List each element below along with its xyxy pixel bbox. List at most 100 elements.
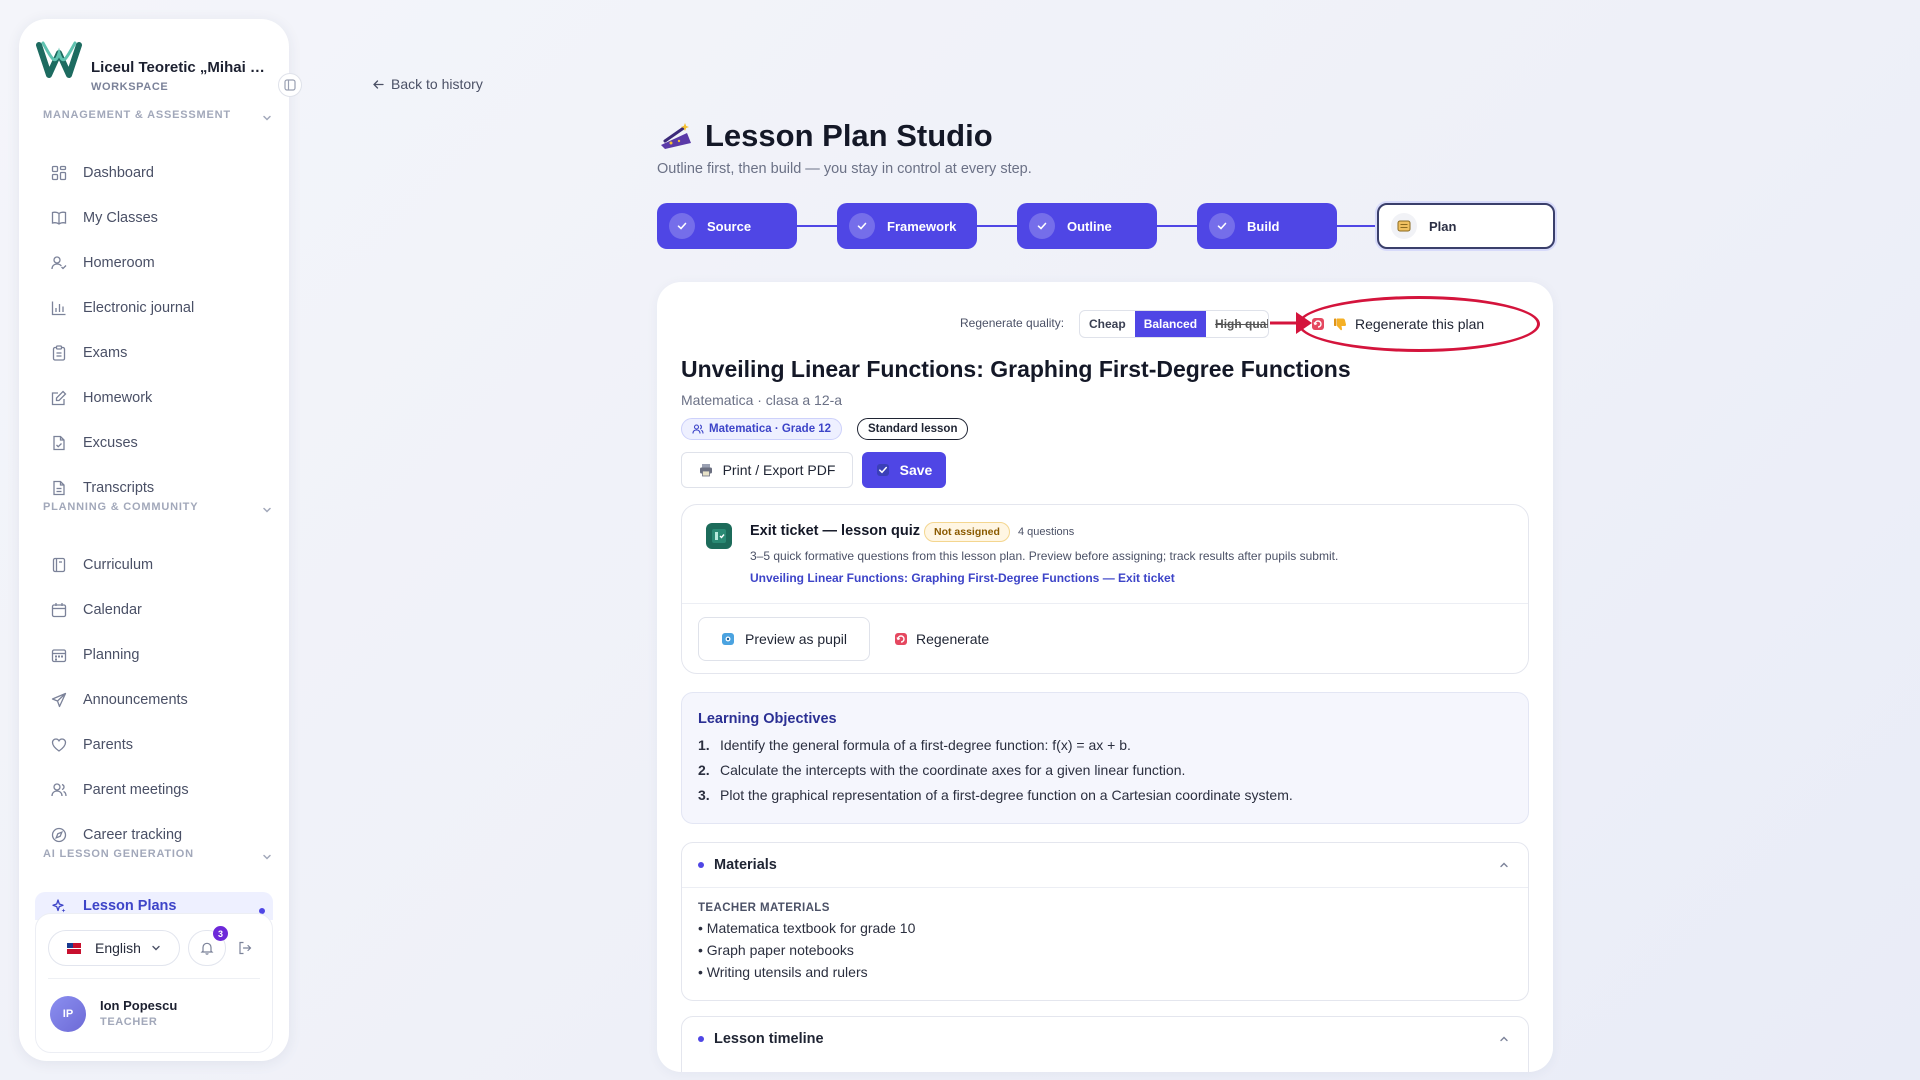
exit-ticket-quiz-panel: Exit ticket — lesson quiz Not assigned 4… [681, 504, 1529, 674]
sidebar-item-homeroom[interactable]: Homeroom [35, 243, 273, 283]
users-icon [692, 424, 704, 434]
sidebar-item-label: Parent meetings [83, 782, 189, 798]
back-to-history-link[interactable]: Back to history [372, 76, 483, 92]
avatar[interactable]: IP [50, 996, 86, 1032]
logout-button[interactable] [235, 938, 255, 958]
sidebar-item-exams[interactable]: Exams [35, 333, 273, 373]
sidebar-item-curriculum[interactable]: Curriculum [35, 545, 273, 585]
step-connector [977, 225, 1017, 227]
sidebar-item-announcements[interactable]: Announcements [35, 680, 273, 720]
lesson-plan-card: Regenerate quality: Cheap Balanced High … [657, 282, 1553, 1072]
regenerate-plan-button[interactable]: Regenerate this plan [1311, 310, 1484, 338]
sidebar-item-label: Parents [83, 737, 133, 753]
regenerate-quiz-button[interactable]: Regenerate [894, 617, 989, 661]
materials-accordion-body: TEACHER MATERIALS • Matematica textbook … [682, 887, 1528, 1000]
thumbs-down-icon [1334, 318, 1347, 331]
save-button[interactable]: Save [862, 452, 946, 488]
step-framework[interactable]: Framework [837, 203, 977, 249]
print-export-pdf-button[interactable]: Print / Export PDF [681, 452, 853, 488]
sidebar-item-planning[interactable]: Planning [35, 635, 273, 675]
language-label: English [95, 940, 141, 956]
section-title: MANAGEMENT & ASSESSMENT [43, 109, 231, 121]
list-item: 1. Identify the general formula of a firs… [698, 737, 1293, 762]
lesson-timeline-accordion-header[interactable]: Lesson timeline [682, 1017, 1528, 1061]
calendar-icon [49, 600, 69, 620]
sidebar-item-label: Homeroom [83, 255, 155, 271]
sidebar-item-excuses[interactable]: Excuses [35, 423, 273, 463]
eye-icon [722, 633, 735, 645]
check-icon [669, 213, 695, 239]
sidebar-item-label: Calendar [83, 602, 142, 618]
page-title-text: Lesson Plan Studio [705, 118, 993, 153]
sidebar-item-electronic-journal[interactable]: Electronic journal [35, 288, 273, 328]
lesson-type-tag: Standard lesson [857, 418, 969, 440]
list-item: 2. Calculate the intercepts with the coor… [698, 762, 1293, 787]
magic-wand-icon [661, 123, 691, 149]
user-role: TEACHER [100, 1016, 158, 1028]
list-item: 3. Plot the graphical representation of a… [698, 787, 1293, 812]
notification-count-badge: 3 [213, 926, 228, 941]
list-item: • Writing utensils and rulers [698, 964, 868, 980]
language-selector[interactable]: English [48, 930, 180, 966]
learning-objectives-panel: Learning Objectives 1. Identify the gener… [681, 692, 1529, 824]
send-icon [49, 690, 69, 710]
step-connector [1157, 225, 1197, 227]
regenerate-plan-label: Regenerate this plan [1355, 316, 1485, 332]
sidebar-footer: English 3 IP Ion Popescu TEACHER [35, 913, 273, 1053]
bullet-dot [698, 1036, 704, 1042]
check-icon [1209, 213, 1235, 239]
notebook-icon [49, 555, 69, 575]
sidebar-item-calendar[interactable]: Calendar [35, 590, 273, 630]
chevron-down-icon [263, 115, 271, 121]
printer-icon [699, 464, 712, 477]
sidebar-item-parent-meetings[interactable]: Parent meetings [35, 770, 273, 810]
objective-number: 1. [698, 737, 710, 753]
regenerate-quality-selector: Cheap Balanced High quality [1079, 310, 1270, 338]
quality-option-cheap[interactable]: Cheap [1080, 311, 1135, 337]
notifications-button[interactable]: 3 [188, 926, 228, 966]
lesson-plan-meta: Matematica · clasa a 12-a [681, 392, 843, 408]
chevron-down-icon [263, 854, 271, 860]
sidebar-item-my-classes[interactable]: My Classes [35, 198, 273, 238]
quiz-title: Exit ticket — lesson quiz [750, 523, 921, 539]
learning-objectives-list: 1. Identify the general formula of a firs… [698, 737, 1293, 812]
materials-accordion-header[interactable]: Materials [682, 843, 1528, 887]
grid-icon [49, 163, 69, 183]
regenerate-quality-label: Regenerate quality: [960, 316, 1065, 330]
sidebar-item-homework[interactable]: Homework [35, 378, 273, 418]
workspace-label: WORKSPACE [91, 81, 169, 93]
step-outline[interactable]: Outline [1017, 203, 1157, 249]
chevron-down-icon [152, 945, 160, 951]
step-label: Framework [887, 218, 957, 234]
step-source[interactable]: Source [657, 203, 797, 249]
quiz-status-badge: Not assigned [924, 522, 1010, 542]
preview-as-pupil-label: Preview as pupil [745, 631, 847, 647]
page-title: Lesson Plan Studio [657, 118, 993, 154]
quiz-link[interactable]: Unveiling Linear Functions: Graphing Fir… [750, 571, 1175, 585]
sidebar-item-label: My Classes [83, 210, 158, 226]
chevron-down-icon [263, 507, 271, 513]
section-title: PLANNING & COMMUNITY [43, 501, 199, 513]
users-icon [49, 780, 69, 800]
section-title: AI LESSON GENERATION [43, 848, 194, 860]
quality-option-balanced[interactable]: Balanced [1134, 311, 1207, 337]
workspace-brand[interactable]: Liceul Teoretic „Mihai Eminescu” WORKSPA… [35, 37, 285, 97]
materials-accordion: Materials TEACHER MATERIALS • Matematica… [681, 842, 1529, 1001]
collapse-sidebar-button[interactable] [278, 73, 302, 97]
heart-icon [49, 735, 69, 755]
step-build[interactable]: Build [1197, 203, 1337, 249]
step-label: Source [707, 218, 752, 234]
sidebar-item-dashboard[interactable]: Dashboard [35, 153, 273, 193]
section-management[interactable]: MANAGEMENT & ASSESSMENT [43, 109, 273, 129]
flag-icon [67, 942, 81, 954]
preview-as-pupil-button[interactable]: Preview as pupil [698, 617, 870, 661]
sidebar-item-label: Homework [83, 390, 153, 406]
section-ai-lesson-generation[interactable]: AI LESSON GENERATION [43, 848, 273, 868]
section-planning[interactable]: PLANNING & COMMUNITY [43, 501, 273, 521]
scroll-icon [1391, 213, 1417, 239]
quality-option-high-quality[interactable]: High quality [1206, 311, 1268, 337]
divider [682, 603, 1528, 604]
sidebar-item-parents[interactable]: Parents [35, 725, 273, 765]
sidebar-item-label: Excuses [83, 435, 138, 451]
step-plan[interactable]: Plan [1377, 203, 1555, 249]
